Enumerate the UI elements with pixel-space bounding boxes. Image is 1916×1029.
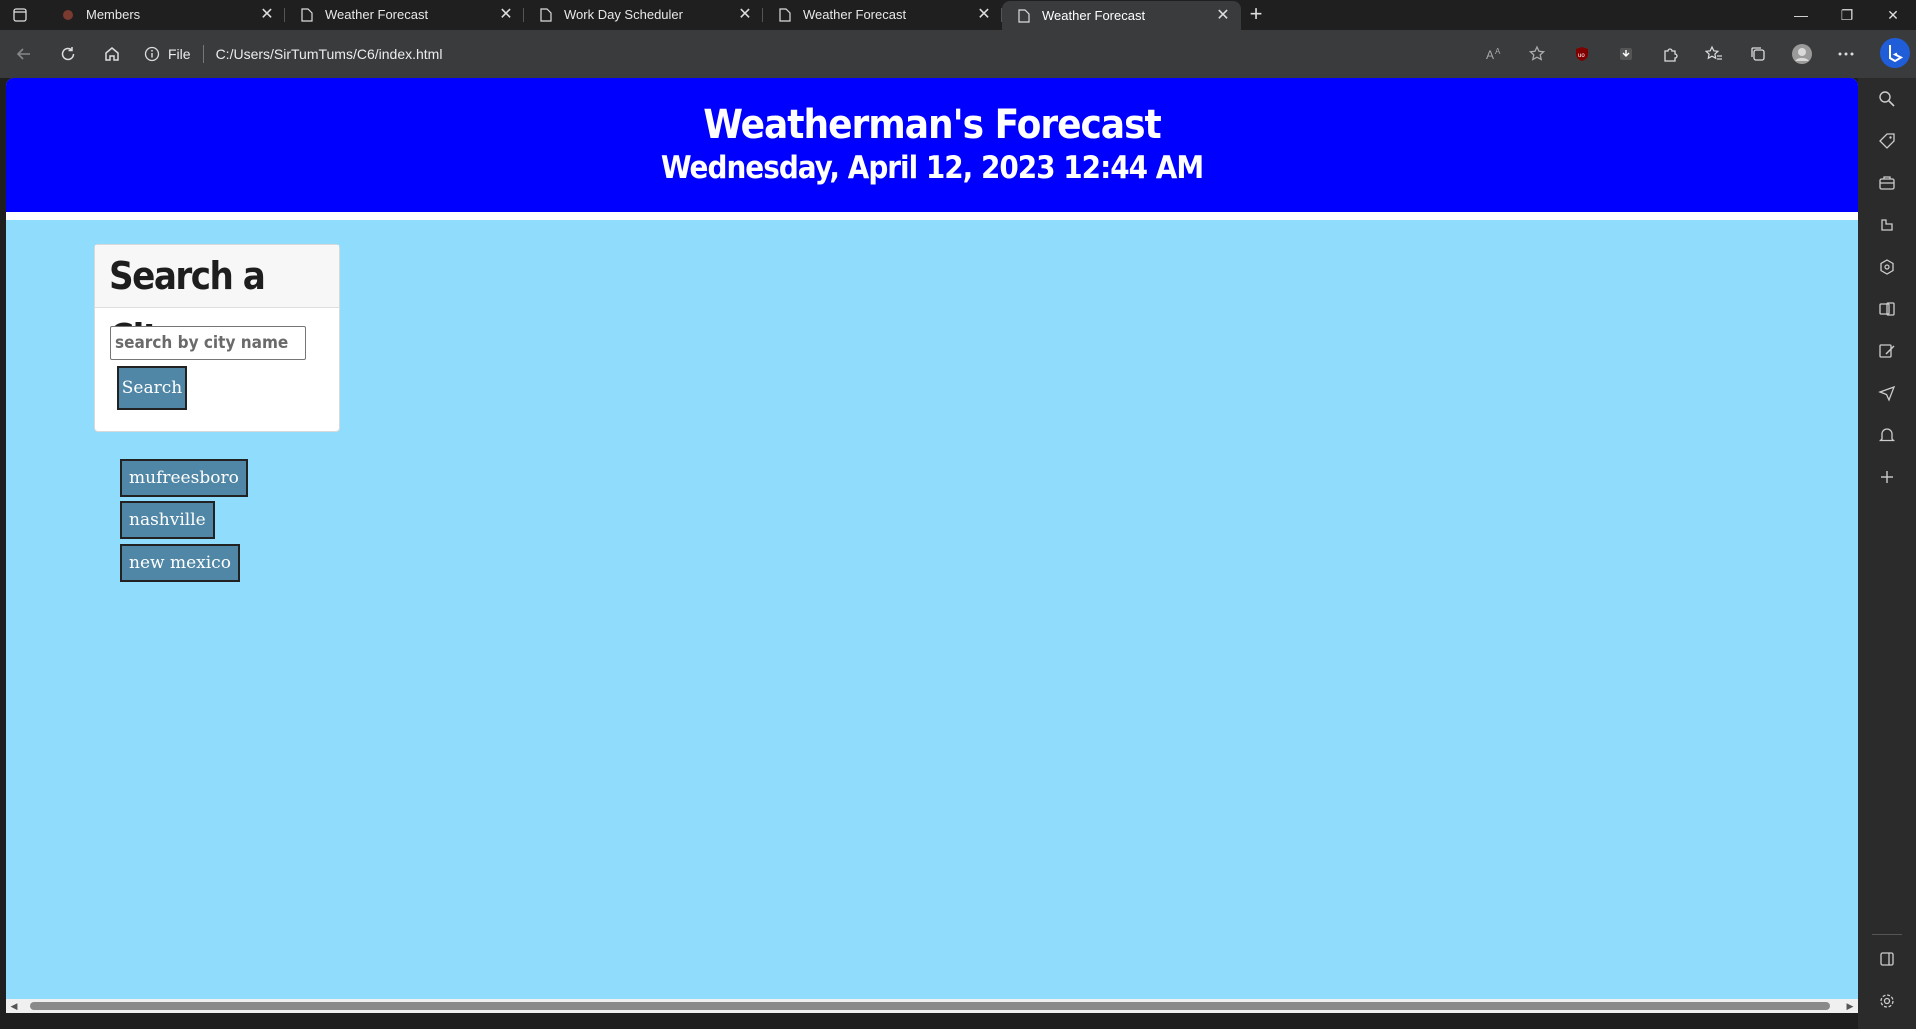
hide-sidebar-icon[interactable] (1858, 938, 1916, 980)
home-icon (105, 47, 119, 61)
address-bar[interactable]: File C:/Users/SirTumTums/C6/index.html (144, 37, 442, 71)
microsoft365-icon[interactable] (1858, 246, 1916, 288)
page-viewport: Weatherman's Forecast Wednesday, April 1… (6, 78, 1858, 1013)
settings-gear-icon[interactable] (1858, 980, 1916, 1022)
more-menu-icon[interactable] (1824, 37, 1868, 71)
search-button[interactable]: Search (117, 366, 187, 410)
close-tab-icon[interactable]: ✕ (259, 6, 275, 23)
drop-notes-icon[interactable] (1858, 330, 1916, 372)
add-favorite-icon[interactable] (1516, 37, 1560, 71)
tab-title: Members (86, 7, 141, 22)
shopping-tag-icon[interactable] (1858, 120, 1916, 162)
search-card-heading: Search a City (95, 245, 339, 360)
svg-text:A: A (1486, 48, 1494, 62)
restore-icon[interactable]: ❐ (1824, 0, 1870, 30)
scroll-left-arrow-icon[interactable]: ◀ (9, 1001, 19, 1011)
edge-sidebar (1858, 78, 1916, 1029)
search-icon[interactable] (1858, 78, 1916, 120)
history-city-button[interactable]: mufreesboro (120, 459, 248, 497)
tab-weather-forecast-active[interactable]: Weather Forecast ✕ (1002, 1, 1241, 30)
send-icon[interactable] (1858, 372, 1916, 414)
close-tab-icon[interactable]: ✕ (976, 6, 992, 23)
tools-briefcase-icon[interactable] (1858, 162, 1916, 204)
home-button[interactable] (92, 37, 132, 71)
sidebar-divider (1872, 934, 1902, 935)
tab-weather-forecast[interactable]: Weather Forecast ✕ (763, 0, 1002, 29)
svg-text:uo: uo (1578, 53, 1585, 59)
search-card: Search a City Search (94, 244, 340, 432)
tab-title: Weather Forecast (325, 7, 429, 22)
page-icon (538, 7, 554, 23)
page-icon (777, 7, 793, 23)
ublock-extension-icon[interactable]: uo (1560, 37, 1604, 71)
extensions-icon[interactable] (1648, 37, 1692, 71)
notifications-icon[interactable] (1858, 414, 1916, 456)
address-separator (202, 45, 204, 63)
history-city-button[interactable]: new mexico (120, 544, 240, 582)
browser-toolbar: File C:/Users/SirTumTums/C6/index.html A… (0, 30, 1916, 78)
read-aloud-icon[interactable]: AA (1472, 37, 1516, 71)
outlook-icon[interactable] (1858, 288, 1916, 330)
window-controls: — ❐ ✕ (1778, 0, 1916, 30)
page-title: Weatherman's Forecast (703, 102, 1161, 148)
profile-avatar-icon[interactable] (1780, 37, 1824, 71)
collections-icon[interactable] (1736, 37, 1780, 71)
refresh-button[interactable] (48, 37, 88, 71)
bing-copilot-icon[interactable] (1880, 38, 1910, 68)
history-city-button[interactable]: nashville (120, 501, 215, 539)
tab-members[interactable]: Members ✕ (46, 0, 285, 29)
url-text[interactable]: C:/Users/SirTumTums/C6/index.html (216, 46, 443, 62)
current-date: Wednesday, April 12, 2023 12:44 AM (660, 150, 1204, 186)
tab-title: Weather Forecast (1042, 8, 1146, 23)
page-icon (299, 7, 315, 23)
games-icon[interactable] (1858, 204, 1916, 246)
horizontal-scrollbar[interactable]: ◀ ▶ (6, 999, 1858, 1013)
close-tab-icon[interactable]: ✕ (498, 6, 514, 23)
scroll-right-arrow-icon[interactable]: ▶ (1845, 1001, 1855, 1011)
page-icon (1016, 8, 1032, 24)
new-tab-button[interactable]: + (1241, 0, 1271, 30)
minimize-icon[interactable]: — (1778, 0, 1824, 30)
close-tab-icon[interactable]: ✕ (1215, 7, 1231, 24)
back-arrow-icon (16, 48, 30, 60)
tab-strip: Members ✕ Weather Forecast ✕ Work Day Sc… (0, 0, 1916, 30)
favorites-icon[interactable] (1692, 37, 1736, 71)
svg-text:A: A (1495, 47, 1501, 56)
city-search-input[interactable] (110, 326, 306, 360)
info-icon[interactable] (144, 46, 160, 62)
close-window-icon[interactable]: ✕ (1870, 0, 1916, 30)
back-button[interactable] (4, 37, 44, 71)
members-favicon (60, 7, 76, 23)
tab-actions-icon (13, 8, 27, 22)
refresh-icon (61, 47, 75, 61)
scrollbar-thumb[interactable] (30, 1002, 1830, 1010)
download-extension-icon[interactable] (1604, 37, 1648, 71)
tab-title: Weather Forecast (803, 7, 907, 22)
tab-actions-button[interactable] (0, 0, 40, 30)
scheme-label: File (168, 46, 191, 62)
tab-work-day-scheduler[interactable]: Work Day Scheduler ✕ (524, 0, 763, 29)
add-sidebar-app-icon[interactable] (1858, 456, 1916, 498)
window-bottom-edge (0, 1013, 1858, 1029)
close-tab-icon[interactable]: ✕ (737, 6, 753, 23)
site-header: Weatherman's Forecast Wednesday, April 1… (6, 78, 1858, 220)
tab-title: Work Day Scheduler (564, 7, 683, 22)
tab-weather-forecast[interactable]: Weather Forecast ✕ (285, 0, 524, 29)
toolbar-actions: AA uo (1472, 37, 1868, 71)
